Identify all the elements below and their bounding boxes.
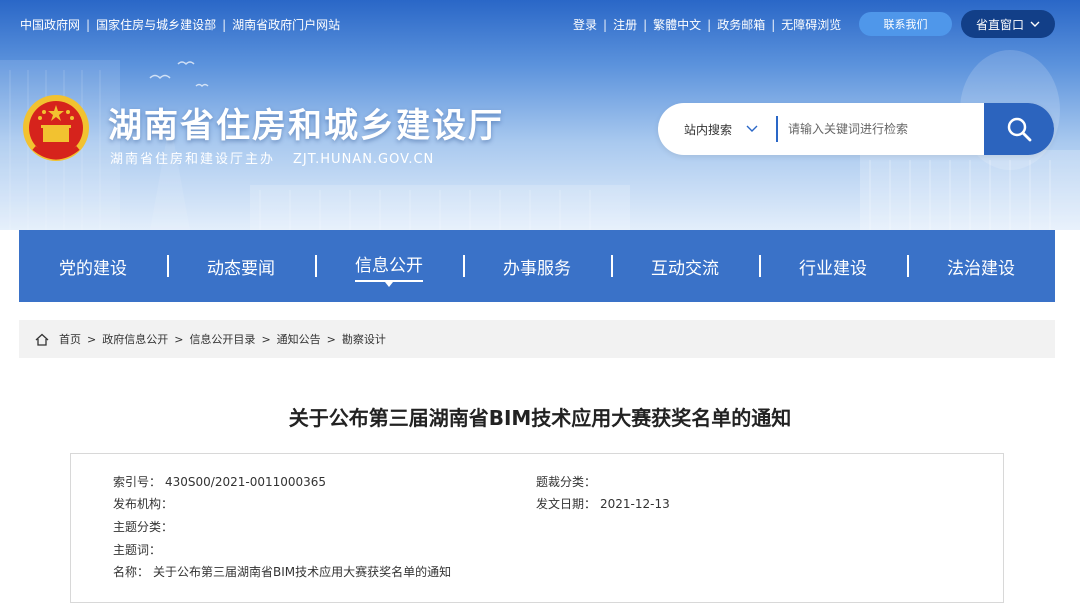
nav-item-news[interactable]: 动态要闻 bbox=[167, 254, 315, 279]
breadcrumb-gov-info[interactable]: 政府信息公开 bbox=[102, 331, 168, 347]
meta-label: 主题分类： bbox=[113, 520, 174, 534]
province-window-label: 省直窗口 bbox=[975, 17, 1024, 32]
site-subtitle: 湖南省住房和建设厅主办 ZJT.HUNAN.GOV.CN bbox=[110, 148, 434, 167]
chevron-down-icon bbox=[746, 125, 758, 132]
divider: | bbox=[707, 17, 712, 32]
breadcrumb-separator: > bbox=[87, 332, 97, 346]
user-links: 登录 | 注册 | 繁體中文 | 政务邮箱 | 无障碍浏览 bbox=[573, 16, 841, 33]
article-meta-box: 索引号： 430S00/2021-0011000365 题裁分类： 发布机构： 发… bbox=[70, 453, 1004, 603]
meta-label: 名称： bbox=[113, 565, 150, 579]
login-link[interactable]: 登录 bbox=[573, 16, 597, 33]
breadcrumb-separator: > bbox=[174, 332, 184, 346]
breadcrumb: 首页 > 政府信息公开 > 信息公开目录 > 通知公告 > 勘察设计 bbox=[19, 320, 1055, 358]
nav-item-industry[interactable]: 行业建设 bbox=[759, 254, 907, 279]
top-utility-bar: 中国政府网 | 国家住房与城乡建设部 | 湖南省政府门户网站 登录 | 注册 |… bbox=[0, 0, 1080, 48]
province-window-dropdown[interactable]: 省直窗口 bbox=[961, 10, 1055, 38]
meta-publisher: 发布机构： bbox=[113, 495, 177, 512]
main-nav: 党的建设 动态要闻 信息公开 办事服务 互动交流 行业建设 法治建设 bbox=[19, 230, 1055, 302]
meta-value: 430S00/2021-0011000365 bbox=[165, 475, 327, 489]
search-input[interactable] bbox=[778, 122, 984, 136]
meta-keyword: 主题词： bbox=[113, 541, 165, 558]
nav-item-services[interactable]: 办事服务 bbox=[463, 254, 611, 279]
meta-name: 名称： 关于公布第三届湖南省BIM技术应用大赛获奖名单的通知 bbox=[113, 563, 451, 580]
nav-item-label: 互动交流 bbox=[651, 258, 719, 279]
nav-item-interaction[interactable]: 互动交流 bbox=[611, 254, 759, 279]
site-title: 湖南省住房和城乡建设厅 bbox=[108, 106, 504, 146]
meta-label: 发文日期： bbox=[536, 497, 597, 511]
gov-mail-link[interactable]: 政务邮箱 bbox=[717, 16, 765, 33]
site-domain: ZJT.HUNAN.GOV.CN bbox=[293, 152, 435, 167]
nav-item-label: 办事服务 bbox=[503, 258, 571, 279]
nav-item-label: 动态要闻 bbox=[207, 258, 275, 279]
accessibility-link[interactable]: 无障碍浏览 bbox=[781, 16, 841, 33]
nav-item-label: 法治建设 bbox=[947, 258, 1015, 279]
search-scope-label: 站内搜索 bbox=[684, 122, 733, 137]
divider: | bbox=[603, 17, 608, 32]
breadcrumb-catalog[interactable]: 信息公开目录 bbox=[189, 331, 255, 347]
breadcrumb-survey-design[interactable]: 勘察设计 bbox=[342, 331, 386, 347]
article-title: 关于公布第三届湖南省BIM技术应用大赛获奖名单的通知 bbox=[288, 406, 792, 430]
search-bar: 站内搜索 bbox=[658, 103, 1054, 155]
meta-value: 关于公布第三届湖南省BIM技术应用大赛获奖名单的通知 bbox=[153, 565, 452, 579]
home-icon bbox=[35, 333, 49, 346]
link-china-gov[interactable]: 中国政府网 bbox=[20, 16, 80, 33]
breadcrumb-separator: > bbox=[326, 332, 336, 346]
external-links: 中国政府网 | 国家住房与城乡建设部 | 湖南省政府门户网站 bbox=[20, 16, 340, 33]
search-icon bbox=[1007, 117, 1032, 142]
national-emblem-logo bbox=[23, 95, 89, 161]
search-scope-select[interactable]: 站内搜索 bbox=[658, 121, 776, 138]
meta-label: 题裁分类： bbox=[536, 475, 597, 489]
divider: | bbox=[222, 17, 227, 32]
nav-item-label: 信息公开 bbox=[355, 251, 423, 287]
breadcrumb-home[interactable]: 首页 bbox=[59, 331, 81, 347]
meta-index-no: 索引号： 430S00/2021-0011000365 bbox=[113, 473, 326, 490]
chevron-down-icon bbox=[1030, 21, 1040, 27]
meta-label: 主题词： bbox=[113, 543, 162, 557]
link-hunan-gov[interactable]: 湖南省政府门户网站 bbox=[232, 16, 340, 33]
nav-item-rule-of-law[interactable]: 法治建设 bbox=[907, 254, 1055, 279]
search-button[interactable] bbox=[984, 103, 1054, 155]
nav-item-party-building[interactable]: 党的建设 bbox=[19, 254, 167, 279]
site-sponsor: 湖南省住房和建设厅主办 bbox=[110, 152, 276, 167]
nav-item-label: 行业建设 bbox=[799, 258, 867, 279]
divider: | bbox=[86, 17, 91, 32]
nav-item-info-disclosure[interactable]: 信息公开 bbox=[315, 251, 463, 287]
meta-category: 题裁分类： bbox=[536, 473, 600, 490]
divider: | bbox=[643, 17, 648, 32]
register-link[interactable]: 注册 bbox=[613, 16, 637, 33]
meta-value: 2021-12-13 bbox=[600, 497, 670, 511]
meta-topic: 主题分类： bbox=[113, 518, 177, 535]
nav-item-label: 党的建设 bbox=[59, 258, 127, 279]
header-banner: 中国政府网 | 国家住房与城乡建设部 | 湖南省政府门户网站 登录 | 注册 |… bbox=[0, 0, 1080, 230]
meta-label: 发布机构： bbox=[113, 497, 174, 511]
link-mohurd[interactable]: 国家住房与城乡建设部 bbox=[96, 16, 216, 33]
meta-date: 发文日期： 2021-12-13 bbox=[536, 495, 670, 512]
breadcrumb-notices[interactable]: 通知公告 bbox=[277, 331, 321, 347]
meta-label: 索引号： bbox=[113, 475, 162, 489]
contact-us-button[interactable]: 联系我们 bbox=[859, 12, 952, 36]
divider: | bbox=[771, 17, 776, 32]
traditional-chinese-link[interactable]: 繁體中文 bbox=[653, 16, 701, 33]
breadcrumb-separator: > bbox=[261, 332, 271, 346]
